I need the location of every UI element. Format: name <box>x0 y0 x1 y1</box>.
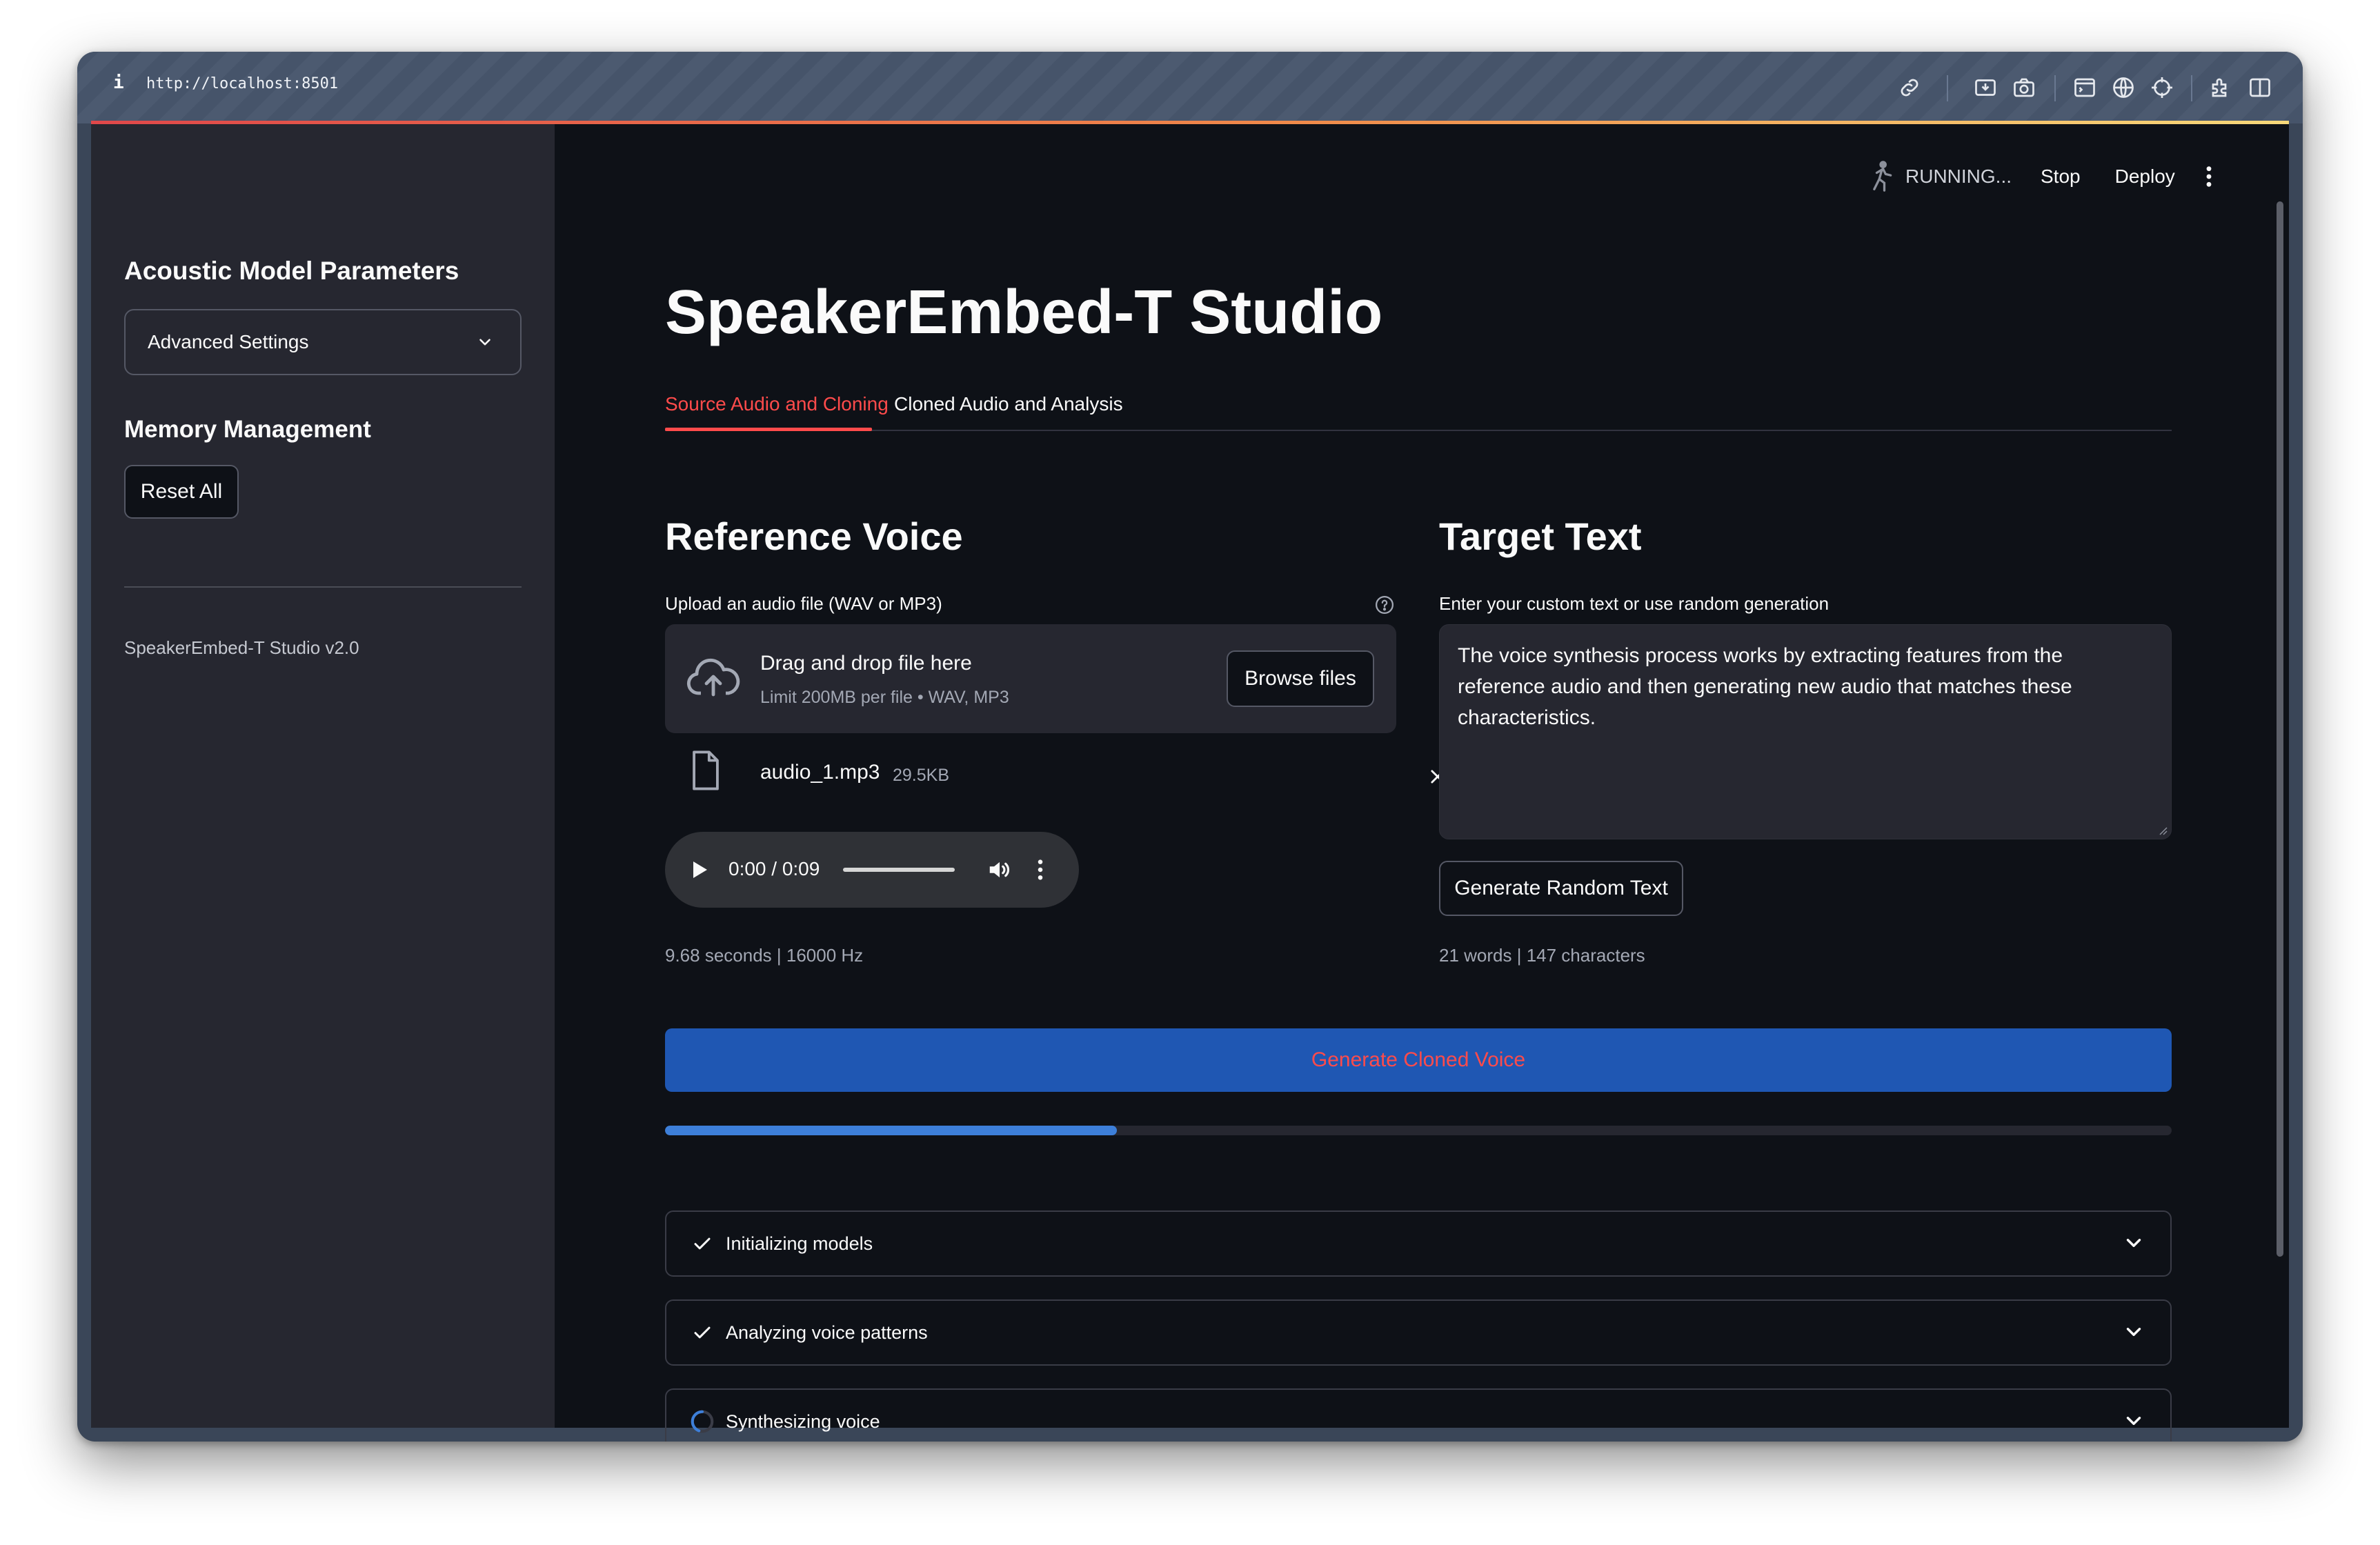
target-text-heading: Target Text <box>1439 515 1642 558</box>
audio-options-icon[interactable] <box>1036 858 1044 881</box>
step-label: Initializing models <box>726 1233 873 1254</box>
running-person-icon <box>1873 161 1892 192</box>
terminal-icon[interactable] <box>2072 75 2097 100</box>
reset-all-button[interactable]: Reset All <box>124 465 239 519</box>
active-tab-indicator <box>665 428 872 431</box>
spinner-icon <box>688 1408 716 1435</box>
version-label: SpeakerEmbed-T Studio v2.0 <box>124 637 359 658</box>
step-expander[interactable]: Initializing models <box>665 1210 2172 1277</box>
upload-label: Upload an audio file (WAV or MP3) <box>665 593 942 614</box>
toolbar-separator <box>2191 75 2192 101</box>
dropzone-title: Drag and drop file here <box>760 652 972 675</box>
target-text-value: The voice synthesis process works by ext… <box>1458 644 2072 729</box>
uploaded-file-size: 29.5KB <box>893 766 950 785</box>
browse-files-button[interactable]: Browse files <box>1227 650 1374 707</box>
deploy-button[interactable]: Deploy <box>2115 166 2175 188</box>
app-toolbar: RUNNING... Stop Deploy <box>1865 157 2214 196</box>
generation-progress-fill <box>665 1126 1118 1135</box>
sidebar-heading-memory: Memory Management <box>124 416 371 443</box>
toolbar-separator <box>2054 75 2056 101</box>
browser-toolbar: i http://localhost:8501 <box>77 52 2303 123</box>
browser-window: i http://localhost:8501 Acoustic Model P… <box>77 52 2303 1442</box>
tab-cloned-audio[interactable]: Cloned Audio and Analysis <box>894 393 1123 415</box>
check-icon <box>688 1230 716 1257</box>
target-text-area[interactable]: The voice synthesis process works by ext… <box>1439 624 2172 839</box>
file-icon <box>693 750 719 790</box>
check-icon <box>688 1319 716 1346</box>
step-label: Synthesizing voice <box>726 1411 880 1432</box>
chevron-down-icon <box>2126 1239 2141 1247</box>
sidebar-heading-params: Acoustic Model Parameters <box>124 257 459 285</box>
toolbar-separator <box>1947 75 1948 101</box>
file-dropzone[interactable]: Drag and drop file here Limit 200MB per … <box>665 624 1396 733</box>
tab-source-audio[interactable]: Source Audio and Cloning <box>665 393 889 415</box>
running-status: RUNNING... <box>1905 166 2012 187</box>
camera-icon[interactable] <box>2012 75 2036 100</box>
stop-button[interactable]: Stop <box>2041 166 2081 188</box>
step-expander[interactable]: Synthesizing voice <box>665 1388 2172 1442</box>
main-menu-icon[interactable] <box>2204 165 2214 188</box>
streamlit-app: Acoustic Model Parameters Advanced Setti… <box>91 124 2289 1442</box>
audio-time: 0:00 / 0:09 <box>728 858 820 879</box>
page-title: SpeakerEmbed-T Studio <box>665 278 1383 347</box>
scrollbar[interactable] <box>2277 201 2283 1257</box>
uploaded-file-name: audio_1.mp3 <box>760 761 880 784</box>
main-content: RUNNING... Stop Deploy SpeakerEmbed-T St… <box>555 124 2289 1442</box>
globe-icon[interactable] <box>2111 75 2136 100</box>
step-label: Analyzing voice patterns <box>726 1322 928 1343</box>
reference-voice-heading: Reference Voice <box>665 515 963 558</box>
target-text-label: Enter your custom text or use random gen… <box>1439 593 1829 614</box>
chevron-down-icon <box>479 339 490 346</box>
dropzone-limit: Limit 200MB per file • WAV, MP3 <box>760 688 1009 707</box>
resize-handle-icon[interactable] <box>2156 824 2168 836</box>
chevron-down-icon <box>2126 1328 2141 1336</box>
download-icon[interactable] <box>1973 75 1998 100</box>
chevron-down-icon <box>2126 1417 2141 1425</box>
crosshair-icon[interactable] <box>2150 75 2174 100</box>
play-icon[interactable] <box>691 860 709 879</box>
volume-icon[interactable] <box>986 857 1013 883</box>
audio-player: 0:00 / 0:09 <box>665 832 1079 908</box>
audio-meta: 9.68 seconds | 16000 Hz <box>665 945 864 966</box>
extension-icon[interactable] <box>2209 75 2234 100</box>
sidebar-divider <box>124 586 522 588</box>
info-icon[interactable]: i <box>113 72 124 93</box>
text-meta: 21 words | 147 characters <box>1439 945 1645 966</box>
select-value: Advanced Settings <box>148 331 309 352</box>
advanced-settings-select[interactable]: Advanced Settings <box>124 309 522 375</box>
link-icon[interactable] <box>1897 75 1922 100</box>
help-icon[interactable] <box>1374 595 1395 615</box>
address-bar[interactable]: http://localhost:8501 <box>146 75 338 92</box>
tab-divider <box>665 430 2172 431</box>
audio-seek-bar[interactable] <box>843 868 955 872</box>
cloud-upload-icon <box>686 658 740 697</box>
sidebar: Acoustic Model Parameters Advanced Setti… <box>91 124 555 1428</box>
generate-cloned-voice-button[interactable]: Generate Cloned Voice <box>665 1028 2172 1092</box>
generate-random-text-button[interactable]: Generate Random Text <box>1439 861 1683 916</box>
generation-progress-bar <box>665 1126 2172 1135</box>
step-expander[interactable]: Analyzing voice patterns <box>665 1299 2172 1366</box>
split-view-icon[interactable] <box>2248 75 2272 100</box>
